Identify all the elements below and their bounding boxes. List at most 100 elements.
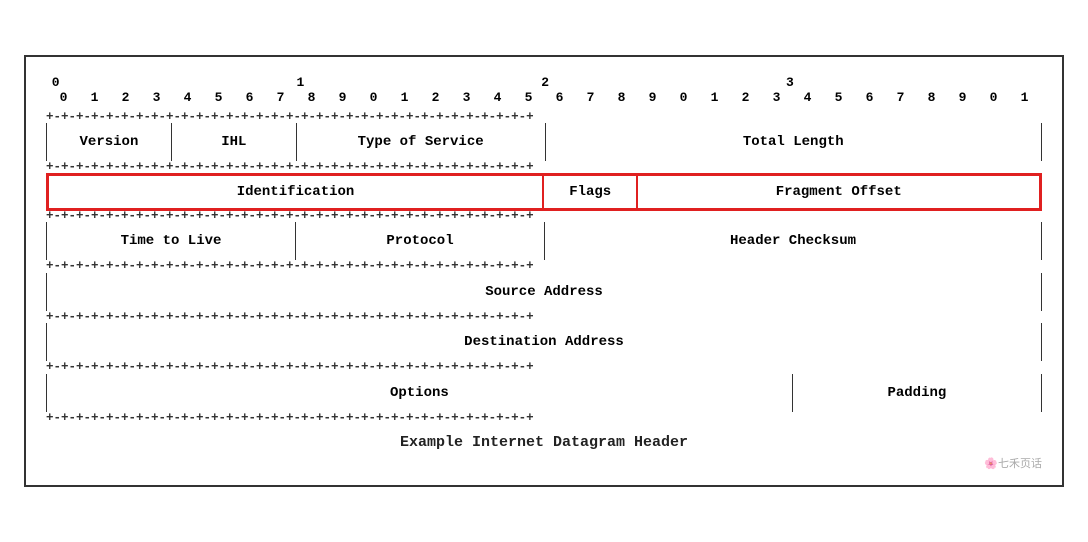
bit-major-58 (935, 75, 950, 90)
bit-major-60 (966, 75, 981, 90)
bit-major-11 (216, 75, 231, 90)
bit-major-20 (354, 75, 369, 90)
field-row-2: Time to Live Protocol Header Checksum (46, 222, 1042, 260)
bit-major-49 (798, 75, 813, 90)
caption: Example Internet Datagram Header (46, 434, 1042, 451)
bit-minor-12: 2 (420, 90, 451, 105)
field-cell-1-0: Identification (49, 176, 542, 208)
bit-minor-4: 4 (172, 90, 203, 105)
field-label-0-1: IHL (221, 134, 246, 150)
bit-major-43 (706, 75, 721, 90)
bit-major-39 (645, 75, 660, 90)
field-cell-2-1: Protocol (295, 222, 544, 260)
bit-major-9 (186, 75, 201, 90)
field-row-0: Version IHL Type of Service Total Length (46, 123, 1042, 161)
bit-major-12 (232, 75, 247, 90)
field-row-5: OptionsPadding (46, 374, 1042, 412)
bit-major-62 (996, 75, 1011, 90)
bit-minor-2: 2 (110, 90, 141, 105)
bit-major-61 (981, 75, 996, 90)
bit-minor-5: 5 (203, 90, 234, 105)
bit-major-16: 1 (293, 75, 308, 90)
bit-major-3 (94, 75, 109, 90)
bit-major-40 (660, 75, 675, 90)
bit-major-50 (813, 75, 828, 90)
field-label-1-0: Identification (237, 184, 355, 200)
bit-major-14 (262, 75, 277, 90)
separator-line: +-+-+-+-+-+-+-+-+-+-+-+-+-+-+-+-+-+-+-+-… (46, 412, 1042, 425)
field-row-1: Identification Flags Fragment Offset (46, 173, 1042, 211)
bit-major-21 (369, 75, 384, 90)
field-cell-1-2: Fragment Offset (636, 176, 1039, 208)
bit-numbers: 0123 01234567890123456789012345678901 (46, 75, 1042, 109)
bit-major-5 (124, 75, 139, 90)
bit-minor-6: 6 (234, 90, 265, 105)
bit-major-2 (79, 75, 94, 90)
field-cell-2-2: Header Checksum (544, 222, 1042, 260)
bit-major-48: 3 (782, 75, 797, 90)
field-cell-0-3: Total Length (545, 123, 1043, 161)
bit-major-36 (599, 75, 614, 90)
bit-minor-9: 9 (327, 90, 358, 105)
field-label-0-2: Type of Service (358, 134, 484, 150)
bit-minor-15: 5 (513, 90, 544, 105)
bit-minor-1: 1 (79, 90, 110, 105)
field-label-2-0: Time to Live (121, 233, 222, 249)
field-cell-1-1: Flags (542, 176, 636, 208)
bit-major-63 (1012, 75, 1027, 90)
bit-major-41 (675, 75, 690, 90)
bit-major-45 (736, 75, 751, 90)
bit-major-38 (629, 75, 644, 90)
field-cell-0-0: Version (46, 123, 171, 161)
bit-minor-0: 0 (48, 90, 79, 105)
field-label-4-0: Destination Address (464, 334, 624, 350)
field-row-3: Source Address (46, 273, 1042, 311)
bit-minor-11: 1 (389, 90, 420, 105)
bit-major-29 (492, 75, 507, 90)
bit-major-51 (828, 75, 843, 90)
bit-minor-31: 1 (1009, 90, 1040, 105)
bit-major-24 (415, 75, 430, 90)
bit-major-52 (843, 75, 858, 90)
bit-major-44 (721, 75, 736, 90)
bit-minor-26: 6 (854, 90, 885, 105)
field-label-1-2: Fragment Offset (776, 184, 902, 200)
bit-minor-17: 7 (575, 90, 606, 105)
field-cell-5-0: Options (46, 374, 792, 412)
bit-minor-22: 2 (730, 90, 761, 105)
bit-major-27 (461, 75, 476, 90)
field-row-4: Destination Address (46, 323, 1042, 361)
bit-major-57 (920, 75, 935, 90)
bit-major-22 (385, 75, 400, 90)
bit-major-32: 2 (538, 75, 553, 90)
bit-minor-7: 7 (265, 90, 296, 105)
bit-major-7 (155, 75, 170, 90)
bit-major-0: 0 (48, 75, 63, 90)
bit-minor-13: 3 (451, 90, 482, 105)
field-label-2-2: Header Checksum (730, 233, 856, 249)
bit-major-35 (583, 75, 598, 90)
bit-minor-16: 6 (544, 90, 575, 105)
separator-line: +-+-+-+-+-+-+-+-+-+-+-+-+-+-+-+-+-+-+-+-… (46, 361, 1042, 374)
bit-major-1 (63, 75, 78, 90)
field-cell-0-1: IHL (171, 123, 296, 161)
bit-major-13 (247, 75, 262, 90)
bit-minor-3: 3 (141, 90, 172, 105)
bit-major-18 (323, 75, 338, 90)
bit-major-row: 0 1 2 3 (46, 75, 1042, 90)
bit-minor-21: 1 (699, 90, 730, 105)
field-label-2-1: Protocol (386, 233, 453, 249)
bit-major-37 (614, 75, 629, 90)
bit-minor-row: 01234567890123456789012345678901 (46, 90, 1042, 105)
bit-major-33 (553, 75, 568, 90)
bit-major-47 (767, 75, 782, 90)
bit-major-4 (109, 75, 124, 90)
bit-minor-18: 8 (606, 90, 637, 105)
field-cell-0-2: Type of Service (296, 123, 545, 161)
bit-major-59 (951, 75, 966, 90)
separator-line: +-+-+-+-+-+-+-+-+-+-+-+-+-+-+-+-+-+-+-+-… (46, 260, 1042, 273)
bit-major-64 (1027, 75, 1042, 90)
bit-major-10 (201, 75, 216, 90)
separator-line: +-+-+-+-+-+-+-+-+-+-+-+-+-+-+-+-+-+-+-+-… (46, 111, 1042, 124)
bit-minor-14: 4 (482, 90, 513, 105)
